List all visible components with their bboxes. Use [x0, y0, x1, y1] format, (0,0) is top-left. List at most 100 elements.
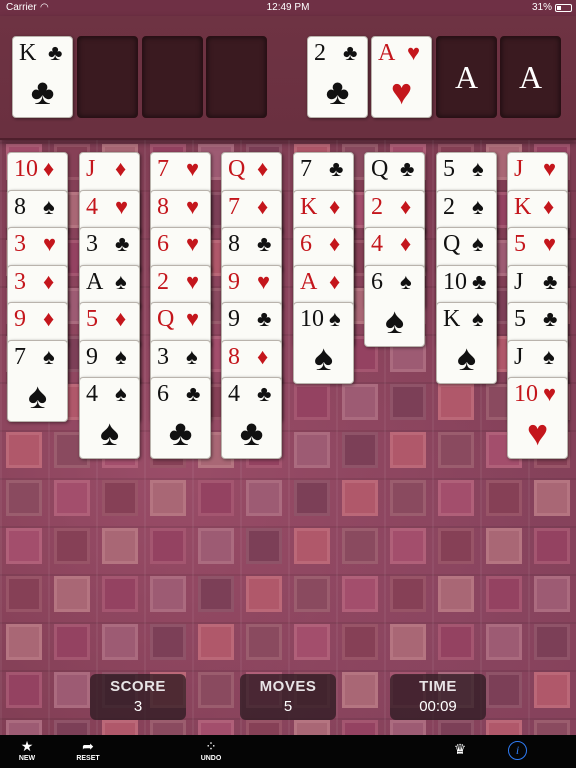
tableau-card[interactable]: 6 ♠ ♠ — [364, 264, 425, 347]
free-cell-3[interactable] — [142, 36, 203, 118]
tableau-card[interactable]: 6 ♣ ♣ — [150, 377, 211, 459]
tableau-card[interactable]: 4 ♣ ♣ — [221, 377, 282, 459]
foundation-2-card[interactable]: A ♥ ♥ — [371, 36, 432, 118]
background-tile — [390, 720, 426, 735]
background-tile — [246, 528, 282, 564]
background-tile — [150, 576, 186, 612]
card-rank: 3 — [86, 231, 98, 257]
card-suit-icon: ♦ — [43, 268, 55, 294]
background-tile — [438, 432, 474, 468]
card-suit-icon: ♦ — [43, 156, 55, 181]
background-tile — [294, 720, 330, 735]
card-suit-icon: ♠ — [472, 306, 484, 331]
card-rank: 4 — [228, 381, 240, 407]
foundation-4[interactable]: A — [500, 36, 561, 118]
background-tile — [6, 528, 42, 564]
background-tile — [246, 576, 282, 612]
card-suit-icon: ♥ — [186, 156, 200, 181]
foundation-3[interactable]: A — [436, 36, 497, 118]
card-rank: 5 — [443, 156, 455, 182]
card-rank: K — [19, 40, 37, 66]
card-rank: 10 — [443, 268, 467, 295]
reset-button[interactable]: ➦ RESET — [68, 738, 108, 764]
foundation-placeholder-label: A — [454, 59, 479, 95]
background-tile — [294, 432, 330, 468]
tableau-card[interactable]: K ♠ ♠ — [436, 302, 497, 384]
card-rank: 3 — [157, 343, 169, 370]
card-rank: Q — [157, 306, 175, 332]
card-suit-icon: ♣ — [329, 156, 344, 181]
new-button[interactable]: ★ NEW — [7, 738, 47, 764]
card-rank: 2 — [314, 40, 326, 66]
card-center-suit-icon: ♠ — [456, 338, 477, 378]
background-tile — [294, 624, 330, 660]
background-tile — [198, 672, 234, 708]
background-tile — [6, 624, 42, 660]
background-tile — [438, 480, 474, 516]
card-suit-icon: ♣ — [343, 40, 358, 65]
card-suit-icon: ♦ — [115, 156, 127, 181]
free-cell-2[interactable] — [77, 36, 138, 118]
card-suit-icon: ♦ — [257, 343, 269, 369]
background-tile — [534, 528, 570, 564]
card-suit-icon: ♦ — [43, 306, 55, 331]
background-tile — [150, 528, 186, 564]
card-rank: 5 — [514, 231, 526, 257]
foundation-1-card[interactable]: 2 ♣ ♣ — [307, 36, 368, 118]
background-tile — [6, 576, 42, 612]
background-tile — [102, 720, 138, 735]
card-rank: A — [300, 268, 318, 295]
info-icon[interactable]: i — [508, 741, 527, 760]
card-rank: 4 — [86, 193, 98, 220]
card-suit-icon: ♠ — [472, 156, 484, 181]
card-suit-icon: ♦ — [400, 193, 412, 219]
tableau-card[interactable]: 4 ♠ ♠ — [79, 377, 140, 459]
card-rank: K — [443, 306, 461, 332]
background-tile — [246, 720, 282, 735]
card-rank: J — [514, 343, 524, 370]
card-rank: 9 — [86, 343, 98, 370]
time-panel: TIME 00:09 — [390, 674, 486, 720]
card-rank: 3 — [14, 231, 26, 257]
background-tile — [150, 624, 186, 660]
card-center-suit-icon: ♥ — [390, 72, 413, 112]
card-rank: 10 — [14, 156, 38, 182]
tableau-card[interactable]: 10 ♥ ♥ — [507, 377, 568, 459]
star-icon: ★ — [20, 738, 34, 754]
card-suit-icon: ♥ — [186, 306, 200, 331]
background-tile — [438, 576, 474, 612]
card-suit-icon: ♠ — [543, 343, 555, 369]
background-tile — [534, 672, 570, 708]
battery-percent: 31% — [531, 2, 552, 13]
background-tile — [342, 384, 378, 420]
card-suit-icon: ♠ — [43, 193, 55, 219]
free-cell-4[interactable] — [206, 36, 267, 118]
card-rank: 6 — [157, 381, 169, 407]
time-value: 00:09 — [419, 698, 457, 715]
card-rank: K — [300, 193, 318, 220]
tableau-card[interactable]: 7 ♠ ♠ — [7, 339, 68, 422]
background-tile — [102, 480, 138, 516]
background-tile — [486, 528, 522, 564]
background-tile — [54, 480, 90, 516]
background-tile — [198, 576, 234, 612]
background-tile — [486, 576, 522, 612]
card-suit-icon: ♣ — [257, 231, 272, 256]
background-tile — [294, 384, 330, 420]
card-suit-icon: ♣ — [257, 306, 272, 331]
card-rank: 6 — [371, 268, 383, 295]
card-center-suit-icon: ♣ — [30, 72, 55, 112]
card-suit-icon: ♠ — [472, 231, 484, 256]
card-suit-icon: ♠ — [186, 343, 198, 369]
card-suit-icon: ♠ — [329, 306, 341, 331]
background-tile — [6, 720, 42, 735]
free-cell-1-card[interactable]: K ♣ ♣ — [12, 36, 73, 118]
background-tile — [486, 672, 522, 708]
card-suit-icon: ♦ — [257, 193, 269, 219]
undo-button[interactable]: ⁘ UNDO — [191, 738, 231, 764]
background-tile — [534, 720, 570, 735]
card-rank: A — [86, 268, 104, 295]
card-center-suit-icon: ♠ — [384, 300, 405, 341]
tableau-card[interactable]: 10 ♠ ♠ — [293, 302, 354, 384]
crown-button[interactable]: ♛ — [440, 741, 480, 757]
